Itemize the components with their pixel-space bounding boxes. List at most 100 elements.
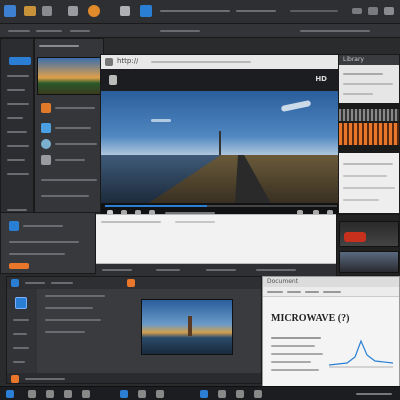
document-chart <box>329 339 393 368</box>
taskbar <box>0 386 400 400</box>
doc-text-2 <box>271 345 315 347</box>
top-right-titlebar: Library <box>339 55 399 65</box>
player-back-arrow-icon[interactable] <box>109 75 117 85</box>
top-right-tab[interactable]: Library <box>343 56 364 63</box>
folder-icon[interactable] <box>24 6 36 16</box>
tool-select-icon[interactable] <box>15 297 27 309</box>
toolbar-text-4 <box>160 30 200 32</box>
panel-row-7[interactable] <box>7 159 25 161</box>
video-cloud <box>280 99 312 113</box>
mid-strip-3 <box>206 269 236 271</box>
media-item-6[interactable] <box>41 195 89 197</box>
editor-app-icon[interactable] <box>11 279 19 287</box>
app-logo-icon[interactable] <box>4 5 16 17</box>
ribbon-2[interactable] <box>287 291 301 293</box>
media-item-1[interactable] <box>55 107 95 109</box>
panel-row-4[interactable] <box>7 117 23 119</box>
start-icon[interactable] <box>6 390 14 398</box>
media-thumb-landscape[interactable] <box>37 57 103 95</box>
panel-row-5[interactable] <box>7 131 27 133</box>
menu-text-placeholder-3 <box>290 10 338 12</box>
tool-line-4[interactable] <box>13 361 25 363</box>
taskbar-app-11-icon[interactable] <box>254 390 262 398</box>
blue-app-icon[interactable] <box>140 5 152 17</box>
tray-area[interactable] <box>356 393 392 395</box>
media-item-2[interactable] <box>55 127 91 129</box>
editor-tab-1[interactable] <box>25 282 45 284</box>
taskbar-app-9-icon[interactable] <box>218 390 226 398</box>
media-icon-4[interactable] <box>41 155 51 165</box>
lib-line-3 <box>343 93 373 95</box>
orange-tool-icon[interactable] <box>88 5 100 17</box>
editor-orange-icon[interactable] <box>127 279 135 287</box>
window-close-icon[interactable] <box>384 7 394 15</box>
editor-info-1 <box>45 295 105 297</box>
prop-orange-icon[interactable] <box>9 263 29 269</box>
window-minimize-icon[interactable] <box>352 8 362 14</box>
prop-line-1 <box>23 225 63 227</box>
taskbar-app-6-icon[interactable] <box>138 390 146 398</box>
video-cloud-2 <box>151 119 171 122</box>
media-icon-2[interactable] <box>41 123 51 133</box>
taskbar-app-8-icon[interactable] <box>200 390 208 398</box>
url-path <box>151 61 251 63</box>
editor-info-3 <box>45 319 101 321</box>
list-line-4 <box>343 199 379 201</box>
panel-row-3[interactable] <box>7 103 29 105</box>
window-maximize-icon[interactable] <box>368 7 378 15</box>
right-thumb-car[interactable] <box>339 221 399 247</box>
taskbar-app-5-icon[interactable] <box>120 390 128 398</box>
undo-icon[interactable] <box>68 6 78 16</box>
tool-line-2[interactable] <box>13 333 27 335</box>
waveform-window <box>338 104 400 152</box>
tool-line-1[interactable] <box>13 319 29 321</box>
save-icon[interactable] <box>42 6 52 16</box>
hd-badge[interactable]: HD <box>315 75 327 83</box>
panel-row-2[interactable] <box>7 89 25 91</box>
media-item-5[interactable] <box>41 179 97 181</box>
panel-row-9[interactable] <box>7 209 27 211</box>
ribbon-1[interactable] <box>267 291 283 293</box>
document-titlebar: Document <box>263 277 399 287</box>
mid-strip-2 <box>156 269 180 271</box>
comment-line-2 <box>175 221 215 223</box>
taskbar-app-2-icon[interactable] <box>46 390 54 398</box>
panel-row-6[interactable] <box>7 145 29 147</box>
taskbar-app-7-icon[interactable] <box>156 390 164 398</box>
tool-line-3[interactable] <box>13 347 29 349</box>
right-thumb-2[interactable] <box>339 251 399 273</box>
progress-track[interactable] <box>105 205 337 207</box>
prop-icon-1[interactable] <box>9 221 19 231</box>
editor-tab-2[interactable] <box>51 282 73 284</box>
video-frame[interactable] <box>101 91 339 203</box>
taskbar-app-4-icon[interactable] <box>82 390 90 398</box>
media-item-3[interactable] <box>55 143 97 145</box>
taskbar-app-10-icon[interactable] <box>236 390 244 398</box>
settings-icon[interactable] <box>120 6 130 16</box>
red-car-shape <box>344 232 366 242</box>
editor-titlebar <box>7 277 261 289</box>
panel-row-8[interactable] <box>7 173 29 175</box>
top-menu-bar <box>0 0 400 24</box>
doc-text-3 <box>271 353 323 355</box>
image-editor-window <box>6 276 262 384</box>
left-properties-panel <box>0 212 96 274</box>
ribbon-4[interactable] <box>323 291 341 293</box>
editor-info-2 <box>45 307 93 309</box>
ribbon-3[interactable] <box>305 291 319 293</box>
editor-statusbar <box>7 373 261 383</box>
mid-strip-4 <box>256 269 296 271</box>
editor-canvas-image[interactable] <box>141 299 233 355</box>
toolbar-text-3 <box>70 30 90 32</box>
player-header: HD <box>101 69 339 91</box>
panel-icon-blue[interactable] <box>9 57 31 65</box>
taskbar-app-1-icon[interactable] <box>28 390 36 398</box>
player-url-text[interactable]: http:// <box>117 57 138 65</box>
taskbar-app-3-icon[interactable] <box>64 390 72 398</box>
editor-status-icon[interactable] <box>11 375 19 383</box>
media-item-4[interactable] <box>55 159 85 161</box>
back-icon[interactable] <box>105 58 113 66</box>
media-icon-1[interactable] <box>41 103 51 113</box>
media-icon-3[interactable] <box>41 139 51 149</box>
panel-row-1[interactable] <box>7 75 29 77</box>
